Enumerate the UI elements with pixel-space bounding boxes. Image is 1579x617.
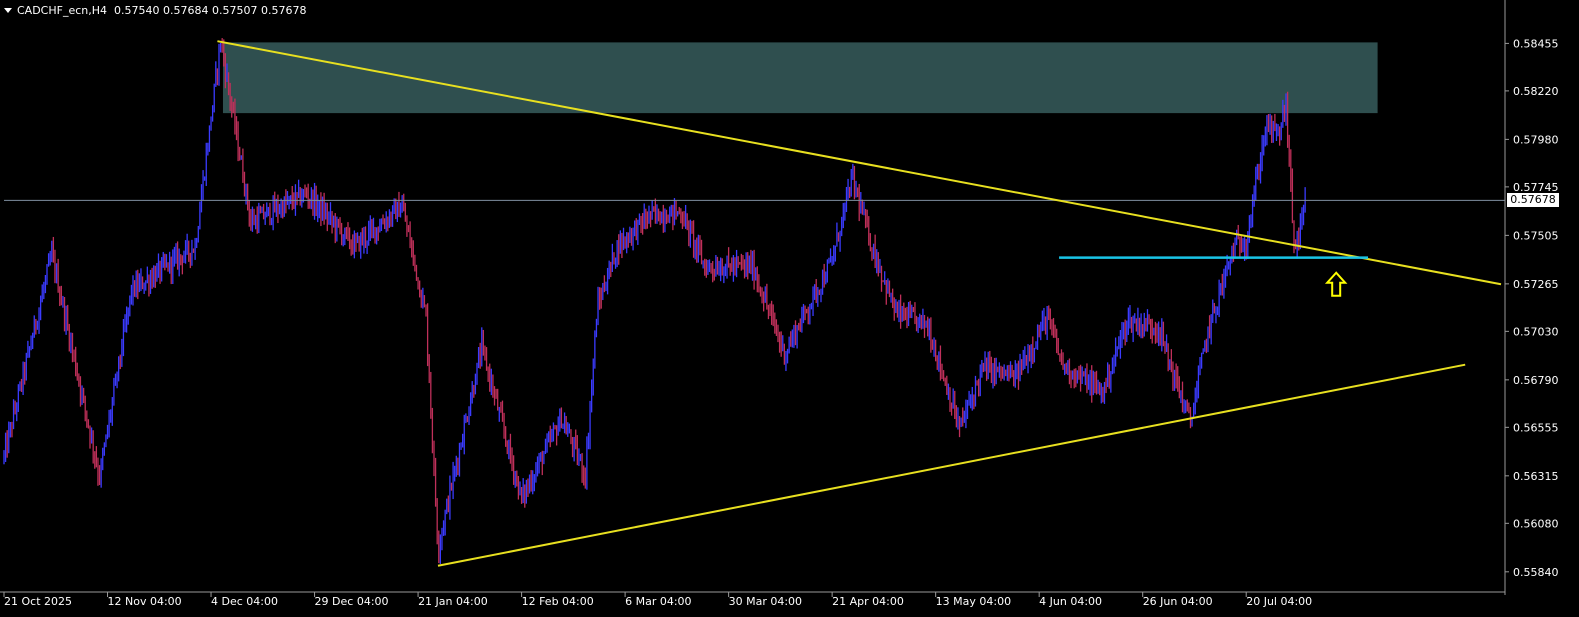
symbol-label: CADCHF_ecn,H4 bbox=[17, 4, 108, 17]
y-tick-label: 0.57980 bbox=[1513, 133, 1559, 146]
x-tick-label: 26 Jun 04:00 bbox=[1143, 595, 1213, 608]
y-tick-label: 0.57030 bbox=[1513, 325, 1559, 338]
y-tick-label: 0.57505 bbox=[1513, 229, 1559, 242]
x-tick-label: 20 Jul 04:00 bbox=[1246, 595, 1312, 608]
zone-layer bbox=[222, 42, 1378, 114]
current-price-label: 0.57678 bbox=[1507, 193, 1559, 208]
x-tick-label: 29 Dec 04:00 bbox=[315, 595, 389, 608]
resistance-zone bbox=[222, 42, 1378, 114]
y-tick-label: 0.56555 bbox=[1513, 421, 1559, 434]
x-tick-label: 21 Oct 2025 bbox=[4, 595, 72, 608]
chart-canvas: 0.58455 0.58220 0.57980 0.57745 0.57505 0.572… bbox=[0, 0, 1579, 617]
y-tick-label: 0.55840 bbox=[1513, 566, 1559, 579]
ohlc-values: 0.57540 0.57684 0.57507 0.57678 bbox=[114, 4, 307, 17]
x-tick-label: 21 Jan 04:00 bbox=[418, 595, 488, 608]
x-tick-label: 30 Mar 04:00 bbox=[729, 595, 802, 608]
y-tick-label: 0.58220 bbox=[1513, 85, 1559, 98]
x-tick-label: 12 Nov 04:00 bbox=[108, 595, 182, 608]
chart-header: CADCHF_ecn,H4 0.57540 0.57684 0.57507 0.… bbox=[4, 4, 306, 17]
x-tick-label: 12 Feb 04:00 bbox=[522, 595, 594, 608]
y-tick-label: 0.56790 bbox=[1513, 374, 1559, 387]
x-tick-label: 4 Jun 04:00 bbox=[1039, 595, 1102, 608]
y-tick-label: 0.58455 bbox=[1513, 37, 1559, 50]
x-tick-label: 13 May 04:00 bbox=[936, 595, 1011, 608]
x-tick-label: 21 Apr 04:00 bbox=[832, 595, 904, 608]
y-tick-label: 0.57745 bbox=[1513, 181, 1559, 194]
x-tick-label: 4 Dec 04:00 bbox=[211, 595, 278, 608]
y-tick-label: 0.56315 bbox=[1513, 470, 1559, 483]
y-tick-label: 0.57265 bbox=[1513, 278, 1559, 291]
x-tick-label: 6 Mar 04:00 bbox=[625, 595, 691, 608]
y-tick-label: 0.56080 bbox=[1513, 517, 1559, 530]
dropdown-triangle-icon[interactable] bbox=[4, 8, 12, 13]
